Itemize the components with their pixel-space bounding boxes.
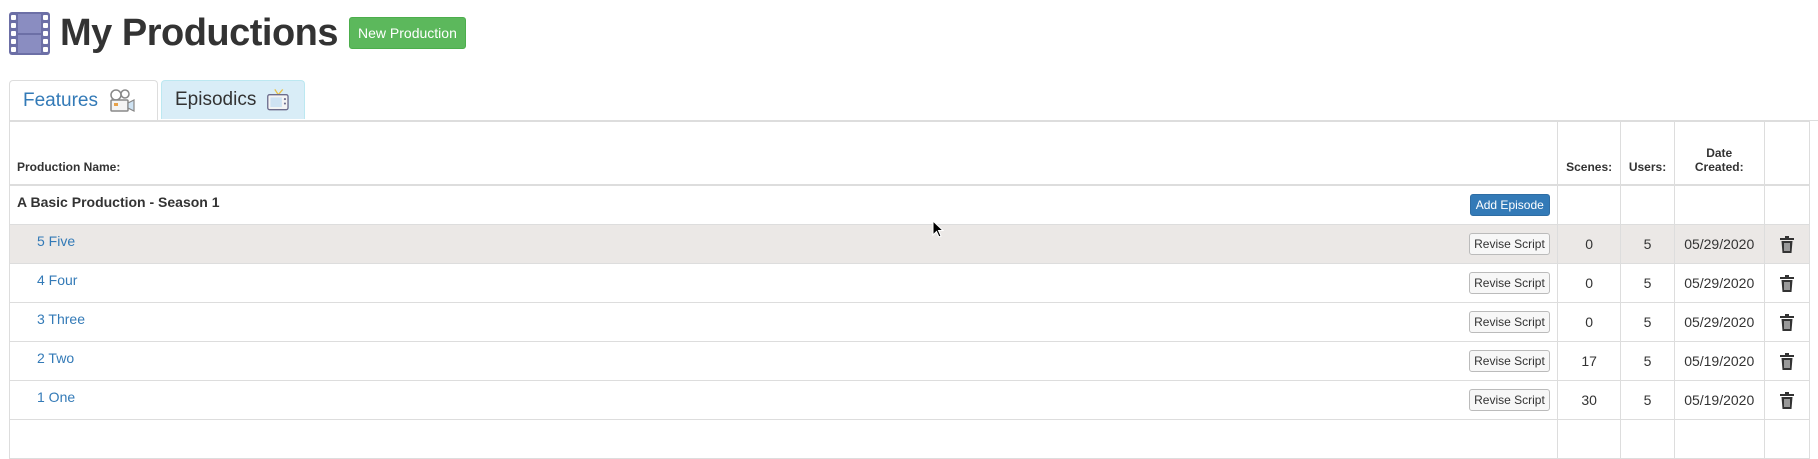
table-row: 5 Five Revise Script 0 5 05/29/2020	[9, 224, 1811, 264]
trash-icon[interactable]	[1779, 352, 1794, 370]
episode-link[interactable]: 5 Five	[37, 233, 75, 249]
scenes-count: 0	[1556, 263, 1622, 303]
users-count: 5	[1620, 341, 1675, 381]
trash-icon[interactable]	[1779, 274, 1794, 292]
header-date-line1: Date	[1706, 146, 1733, 160]
users-count: 5	[1620, 224, 1675, 264]
revise-script-button[interactable]: Revise Script	[1469, 272, 1550, 294]
header-users: Users:	[1620, 121, 1675, 186]
season-row: A Basic Production - Season 1 Add Episod…	[9, 184, 1811, 225]
scenes-count: 17	[1556, 341, 1622, 381]
table-row: 3 Three Revise Script 0 5 05/29/2020	[9, 302, 1811, 342]
productions-table: Production Name: Scenes: Users: Date Cre…	[9, 121, 1811, 459]
page-title: My Productions	[60, 11, 339, 54]
trash-icon[interactable]	[1779, 235, 1794, 253]
header-production-name: Production Name:	[9, 121, 1558, 186]
table-row: 1 One Revise Script 30 5 05/19/2020	[9, 380, 1811, 420]
date-created: 05/19/2020	[1673, 380, 1765, 420]
header-actions	[1763, 121, 1811, 186]
episode-link[interactable]: 3 Three	[37, 311, 85, 327]
scenes-count: 0	[1556, 224, 1622, 264]
date-created: 05/29/2020	[1673, 224, 1765, 264]
table-row-partial	[9, 419, 1811, 459]
season-users-cell	[1620, 184, 1675, 225]
scenes-count: 30	[1556, 380, 1622, 420]
add-episode-button[interactable]: Add Episode	[1469, 194, 1550, 216]
tab-features[interactable]: Features	[9, 80, 158, 121]
header-date-line2: Created:	[1694, 160, 1744, 174]
table-row: 4 Four Revise Script 0 5 05/29/2020	[9, 263, 1811, 303]
episode-link[interactable]: 1 One	[37, 389, 75, 405]
new-production-button[interactable]: New Production	[349, 17, 466, 49]
date-created: 05/19/2020	[1673, 341, 1765, 381]
header-date-created: Date Created:	[1673, 121, 1765, 186]
date-created: 05/29/2020	[1673, 302, 1765, 342]
date-created: 05/29/2020	[1673, 263, 1765, 303]
mouse-cursor-icon	[932, 220, 944, 238]
season-date-cell	[1673, 184, 1765, 225]
users-count: 5	[1620, 263, 1675, 303]
episode-link[interactable]: 2 Two	[37, 350, 74, 366]
revise-script-button[interactable]: Revise Script	[1469, 233, 1550, 255]
table-row: 2 Two Revise Script 17 5 05/19/2020	[9, 341, 1811, 381]
season-actions-cell	[1763, 184, 1811, 225]
trash-icon[interactable]	[1779, 313, 1794, 331]
revise-script-button[interactable]: Revise Script	[1469, 389, 1550, 411]
season-scenes-cell	[1556, 184, 1622, 225]
header-scenes: Scenes:	[1556, 121, 1622, 186]
page-header: My Productions New Production	[9, 8, 466, 58]
tab-episodics[interactable]: Episodics	[161, 80, 305, 119]
production-tabs: Features Episodics	[9, 80, 308, 121]
camera-icon	[110, 89, 135, 112]
tv-icon	[267, 89, 290, 111]
revise-script-button[interactable]: Revise Script	[1469, 311, 1550, 333]
revise-script-button[interactable]: Revise Script	[1469, 350, 1550, 372]
table-header-row: Production Name: Scenes: Users: Date Cre…	[9, 121, 1811, 186]
users-count: 5	[1620, 302, 1675, 342]
season-cell: A Basic Production - Season 1 Add Episod…	[9, 184, 1558, 225]
tab-features-label: Features	[23, 90, 98, 111]
film-strip-icon	[9, 11, 50, 55]
season-name: A Basic Production - Season 1	[17, 194, 220, 210]
trash-icon[interactable]	[1779, 391, 1794, 409]
tab-episodics-label: Episodics	[175, 89, 257, 110]
scenes-count: 0	[1556, 302, 1622, 342]
episode-link[interactable]: 4 Four	[37, 272, 77, 288]
users-count: 5	[1620, 380, 1675, 420]
